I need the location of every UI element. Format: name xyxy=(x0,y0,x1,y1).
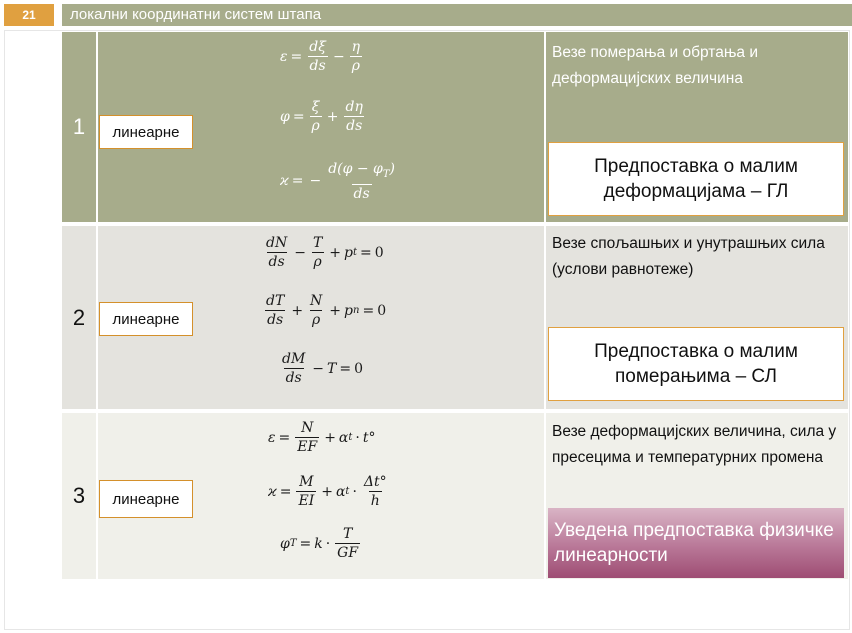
divider xyxy=(96,32,98,222)
table-row-2: 2 линеарне dN ds − Tρ + p t = 0 dT ds + Nρ + p… xyxy=(62,226,848,409)
equation-strain: ε = dξ ds − ηρ xyxy=(280,39,362,74)
assumption-box: Предпоставка о малим деформацијама – ГЛ xyxy=(548,142,844,216)
equation-rotation: φ = ξρ + dη ds xyxy=(280,99,365,134)
row-number: 3 xyxy=(72,483,86,508)
equation-curvature: ϰ = − d(φ − φT) ds xyxy=(280,161,396,202)
row-number: 1 xyxy=(72,114,86,139)
row-number: 2 xyxy=(72,304,86,330)
divider xyxy=(96,413,98,579)
slide-number-badge: 21 xyxy=(4,4,54,26)
equation-equilibrium-t: dN ds − Tρ + p t = 0 xyxy=(266,235,384,270)
table-row-3: 3 линеарне ε = N EF + α t · t° ϰ = M EI + α t · Δ… xyxy=(62,413,848,579)
table-row-1: 1 линеарне ε = dξ ds − ηρ φ = ξρ + dη ds ϰ = −… xyxy=(62,32,848,222)
equation-equilibrium-m: dM ds − T = 0 xyxy=(282,351,364,386)
row-description: Везе спољашњих и унутрашњих сила (услови… xyxy=(552,235,825,278)
equation-constitutive-shear: φ T = k · T GF xyxy=(280,526,361,561)
type-label-box: линеарне xyxy=(99,115,193,149)
row-description: Везе деформацијских величина, сила у пре… xyxy=(552,423,837,466)
row-description: Везе померања и обртања и деформацијских… xyxy=(552,44,758,87)
divider xyxy=(544,32,546,222)
divider xyxy=(96,226,98,409)
divider xyxy=(544,413,546,579)
equation-constitutive-curvature: ϰ = M EI + α t · Δt° h xyxy=(268,474,387,509)
type-label-box: линеарне xyxy=(99,480,193,518)
equation-constitutive-strain: ε = N EF + α t · t° xyxy=(268,420,376,455)
divider xyxy=(544,226,546,409)
header-bar: 21 локални координатни систем штапа xyxy=(0,0,852,30)
equation-equilibrium-n: dT ds + Nρ + p n = 0 xyxy=(265,293,387,328)
slide-title: локални координатни систем штапа xyxy=(62,4,852,26)
type-label-box: линеарне xyxy=(99,302,193,336)
assumption-box: Предпоставка о малим померањима – СЛ xyxy=(548,327,844,401)
assumption-box: Уведена предпоставка физичке линеарности xyxy=(548,508,844,578)
